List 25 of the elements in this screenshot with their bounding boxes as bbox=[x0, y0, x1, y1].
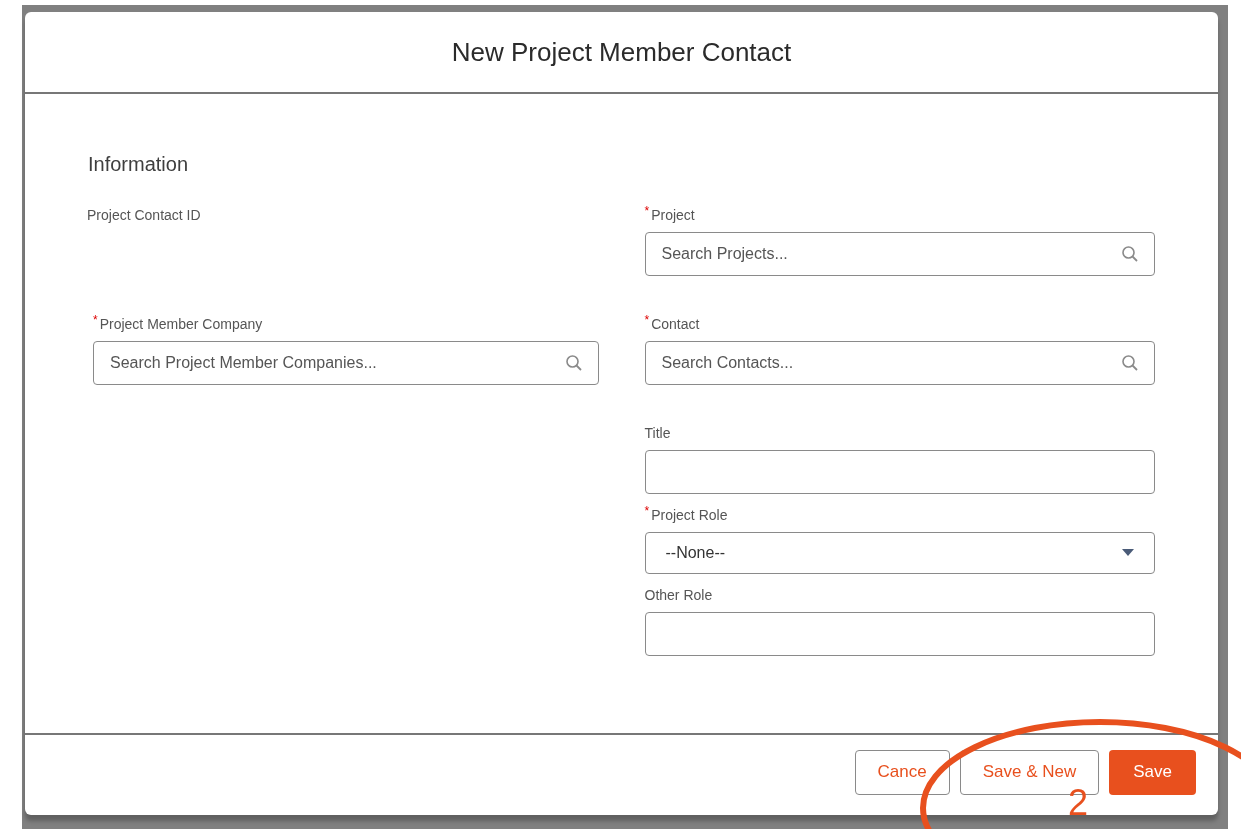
field-label: Project bbox=[651, 206, 695, 225]
search-field[interactable]: Search Project Member Companies... bbox=[93, 341, 599, 385]
section-heading: Information bbox=[88, 152, 190, 177]
search-field[interactable]: Search Projects... bbox=[644, 232, 1155, 276]
modal-title: New Project Member Contact bbox=[451, 35, 792, 69]
role-dropdown[interactable]: --None-- bbox=[644, 532, 1155, 574]
field-label: Other Role bbox=[644, 586, 713, 605]
required-asterisk: * bbox=[644, 505, 650, 517]
required-asterisk: * bbox=[644, 205, 650, 217]
required-asterisk: * bbox=[644, 314, 650, 326]
search-field[interactable]: Search Contacts... bbox=[644, 341, 1155, 385]
text-field[interactable] bbox=[644, 612, 1155, 656]
search-icon bbox=[1121, 245, 1139, 263]
field-label: Contact bbox=[651, 315, 700, 334]
text-field[interactable] bbox=[644, 450, 1155, 494]
field-label: Project Member Company bbox=[99, 315, 263, 334]
field-label: Title bbox=[644, 424, 671, 443]
search-icon bbox=[1121, 354, 1139, 372]
save-button[interactable]: Save bbox=[1109, 749, 1196, 795]
field-label: Project Contact ID bbox=[87, 206, 201, 225]
caret-icon bbox=[1122, 549, 1134, 557]
footer-button[interactable]: Cance bbox=[854, 749, 950, 795]
field-label: Project Role bbox=[651, 506, 728, 525]
search-icon bbox=[564, 354, 583, 372]
required-asterisk: * bbox=[93, 314, 98, 326]
